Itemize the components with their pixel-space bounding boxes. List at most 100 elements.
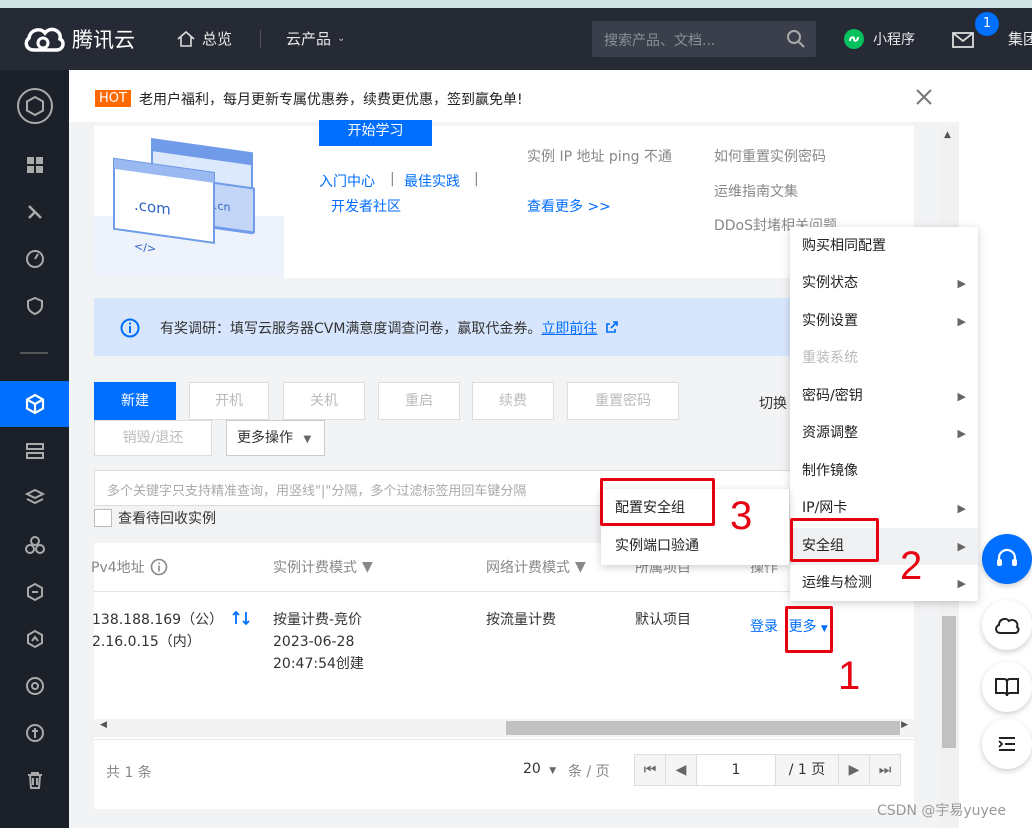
faq-reset-password[interactable]: 如何重置实例密码 (714, 146, 826, 166)
mail-icon[interactable] (952, 32, 974, 48)
scrollbar-thumb[interactable] (942, 616, 956, 748)
horizontal-scrollbar[interactable]: ◀ ▶ (94, 719, 914, 737)
prev-page-button[interactable]: ◀ (665, 754, 697, 786)
sidebar-item-dashboard[interactable] (0, 142, 69, 188)
sidebar-item-monitor[interactable] (0, 236, 69, 282)
caret-right-icon: ▶ (957, 390, 966, 403)
outline-button[interactable] (982, 719, 1032, 769)
docs-button[interactable] (982, 662, 1032, 712)
sidebar-item-cluster[interactable] (0, 522, 69, 568)
see-more-link[interactable]: 查看更多 >> (527, 196, 611, 216)
col-billing-label: 实例计费模式 (273, 560, 357, 576)
sidebar-item-snapshot[interactable] (0, 616, 69, 662)
page-input[interactable]: 1 (696, 754, 776, 786)
refresh-icon (26, 629, 43, 649)
swap-icon[interactable] (231, 609, 250, 627)
new-instance-button[interactable]: 新建 (94, 382, 176, 420)
menu-item-instance-settings[interactable]: 实例设置 ▶ (790, 303, 978, 340)
nav-divider (260, 30, 261, 48)
customer-service-button[interactable] (982, 534, 1032, 584)
link-getting-started[interactable]: 入门中心 (319, 171, 375, 191)
search-input[interactable]: 搜索产品、文档... (592, 21, 816, 57)
next-page-button[interactable]: ▶ (838, 754, 870, 786)
sidebar-item-scripts[interactable] (0, 189, 69, 235)
faq-ops-guide[interactable]: 运维指南文集 (714, 181, 798, 201)
created-time: 20:47:54创建 (273, 656, 364, 672)
menu-item-label: 制作镜像 (802, 463, 858, 479)
pagination: 共 1 条 20 ▼ 条 / 页 ⏮ ◀ 1 / 1 页 ▶ ⏭ (94, 739, 914, 809)
scroll-right-icon[interactable]: ▶ (901, 720, 908, 730)
billing-mode: 按量计费-竞价 (273, 612, 363, 628)
menu-item-label: 实例状态 (802, 275, 858, 291)
promo-text[interactable]: 老用户福利，每月更新专属优惠券，续费更优惠，签到赢免单! (139, 89, 523, 109)
recycle-checkbox-row[interactable]: 查看待回收实例 (94, 508, 216, 528)
group-menu[interactable]: 集团 (1008, 28, 1032, 49)
menu-item-resource-adjust[interactable]: 资源调整 ▶ (790, 415, 978, 452)
col-billing: 实例计费模式 ▼ (273, 557, 373, 577)
login-link[interactable]: 登录 (750, 619, 778, 635)
recycle-checkbox[interactable] (94, 509, 112, 527)
survey-link[interactable]: 立即前往 (541, 321, 597, 337)
destroy-button[interactable]: 销毁/退还 (94, 420, 212, 456)
caret-right-icon: ▶ (957, 540, 966, 553)
scroll-up-icon[interactable]: ▲ (944, 130, 951, 140)
info-circle-icon[interactable] (150, 558, 168, 576)
menu-item-ops-detect[interactable]: 运维与检测 ▶ (790, 565, 978, 602)
cloud-assistant-button[interactable] (982, 600, 1032, 650)
message-badge: 1 (975, 12, 999, 36)
cell-ip: 138.188.169（公） 2.16.0.15（内） (92, 609, 250, 653)
start-learning-button[interactable]: 开始学习 (319, 120, 432, 146)
menu-item-instance-status[interactable]: 实例状态 ▶ (790, 265, 978, 302)
nav-products-label: 云产品 (286, 30, 332, 48)
page-size-value: 20 (523, 761, 541, 777)
external-link-icon[interactable] (605, 320, 619, 334)
coin-icon (25, 724, 44, 742)
sidebar-item-billing[interactable] (0, 710, 69, 756)
link-developer-community[interactable]: 开发者社区 (331, 196, 401, 216)
sidebar-item-cvm[interactable] (0, 381, 69, 427)
page-size-select[interactable]: 20 ▼ (523, 761, 556, 777)
faq-ping[interactable]: 实例 IP 地址 ping 不通 (527, 146, 672, 166)
cell-billing: 按量计费-竞价 2023-06-28 20:47:54创建 (273, 609, 364, 675)
menu-item-label: 资源调整 (802, 425, 858, 441)
stop-button[interactable]: 关机 (283, 382, 365, 420)
sidebar-item-image[interactable] (0, 569, 69, 615)
menu-item-create-image[interactable]: 制作镜像 (790, 453, 978, 490)
menu-item-buy-same[interactable]: 购买相同配置 (790, 228, 978, 265)
sidebar-home[interactable] (0, 80, 69, 132)
search-icon[interactable] (786, 29, 806, 49)
sidebar-item-layers[interactable] (0, 475, 69, 521)
illustration-image: .cn .com </> (94, 138, 284, 278)
nav-overview[interactable]: 总览 (176, 28, 232, 49)
switch-view[interactable]: 切换 (759, 393, 787, 413)
nav-products[interactable]: 云产品 ⌄ (286, 28, 345, 49)
more-actions-dropdown[interactable]: 更多操作 ▼ (226, 420, 325, 456)
caret-down-icon: ▼ (303, 434, 312, 445)
reset-password-button[interactable]: 重置密码 (567, 382, 679, 420)
link-best-practice[interactable]: 最佳实践 (404, 171, 460, 191)
headset-icon (997, 548, 1017, 566)
renew-button[interactable]: 续费 (472, 382, 554, 420)
sidebar-item-list[interactable] (0, 428, 69, 474)
logo[interactable]: 腾讯云 (22, 22, 135, 56)
scrollbar-thumb[interactable] (506, 721, 900, 735)
submenu-port-check[interactable]: 实例端口验通 (601, 527, 789, 565)
sidebar-item-security[interactable] (0, 283, 69, 329)
sidebar-item-disk[interactable] (0, 663, 69, 709)
last-page-button[interactable]: ⏭ (869, 754, 901, 786)
link-separator: | (474, 171, 479, 187)
start-button[interactable]: 开机 (189, 382, 269, 420)
restart-button[interactable]: 重启 (378, 382, 460, 420)
first-page-button[interactable]: ⏮ (634, 754, 666, 786)
filter-icon[interactable]: ▼ (362, 559, 373, 575)
menu-item-password-key[interactable]: 密码/密钥 ▶ (790, 378, 978, 415)
sidebar-item-recycle[interactable] (0, 757, 69, 803)
caret-right-icon: ▶ (957, 502, 966, 515)
filter-icon[interactable]: ▼ (575, 559, 586, 575)
mini-program-link[interactable]: 小程序 (843, 28, 915, 50)
caret-right-icon: ▶ (957, 577, 966, 590)
logo-text: 腾讯云 (72, 28, 135, 52)
scroll-left-icon[interactable]: ◀ (100, 720, 107, 730)
close-icon[interactable] (915, 88, 933, 106)
per-page-label: 条 / 页 (568, 764, 610, 780)
